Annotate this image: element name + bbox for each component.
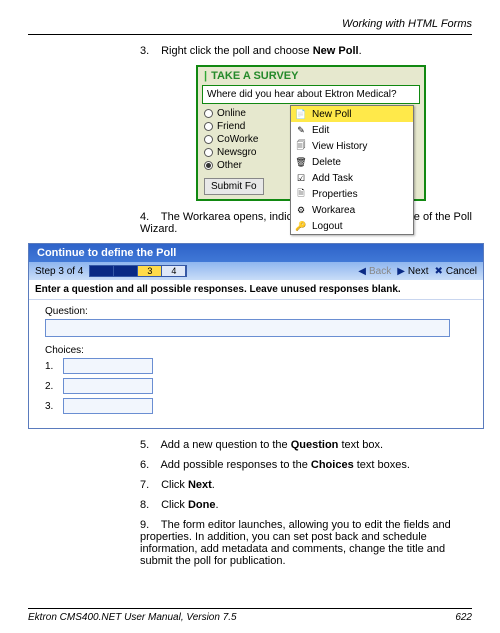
step-8-suffix: . — [215, 499, 218, 511]
step-3-num: 3. — [140, 45, 158, 57]
ctx-item-new-poll[interactable]: 📄New Poll — [291, 106, 413, 122]
step-3-text: Right click the poll and choose — [161, 45, 313, 57]
step-3-suffix: . — [359, 45, 362, 57]
step-5: 5. Add a new question to the Question te… — [140, 439, 472, 451]
footer-page-number: 622 — [455, 612, 472, 623]
step-9: 9. The form editor launches, allowing yo… — [140, 519, 472, 567]
step-3: 3. Right click the poll and choose New P… — [140, 45, 472, 57]
step-5-num: 5. — [140, 439, 158, 451]
arrow-right-icon: ▶ — [397, 266, 405, 277]
step-9-num: 9. — [140, 519, 158, 531]
survey-heading: |TAKE A SURVEY — [198, 67, 424, 85]
key-icon: 🔑 — [295, 220, 307, 232]
radio-icon — [204, 135, 213, 144]
step-6-bold: Choices — [311, 459, 354, 471]
survey-panel: |TAKE A SURVEY Where did you hear about … — [196, 65, 426, 201]
footer-rule — [28, 608, 472, 609]
wizard-body: Question: Choices: 1. 2. 3. — [29, 300, 483, 428]
question-label: Question: — [45, 306, 467, 317]
trash-icon: 🗑 — [295, 156, 307, 168]
choice-input-3[interactable] — [63, 398, 153, 414]
radio-icon — [204, 161, 213, 170]
properties-icon: 🗎 — [295, 188, 307, 200]
step-9-text: The form editor launches, allowing you t… — [140, 519, 451, 567]
step-6-num: 6. — [140, 459, 158, 471]
step-5-text: Add a new question to the — [160, 439, 290, 451]
step-7: 7. Click Next. — [140, 479, 472, 491]
ctx-item-add-task[interactable]: ☑Add Task — [291, 170, 413, 186]
step-5-bold: Question — [291, 439, 339, 451]
choice-input-1[interactable] — [63, 358, 153, 374]
pencil-icon: ✎ — [295, 124, 307, 136]
page-header-title: Working with HTML Forms — [28, 18, 472, 30]
footer-manual-title: Ektron CMS400.NET User Manual, Version 7… — [28, 612, 237, 623]
back-button[interactable]: ◀Back — [358, 266, 391, 277]
page-footer: Ektron CMS400.NET User Manual, Version 7… — [28, 608, 472, 623]
step-7-text: Click — [161, 479, 188, 491]
step-3-bold: New Poll — [313, 45, 359, 57]
ctx-item-delete[interactable]: 🗑Delete — [291, 154, 413, 170]
choice-input-2[interactable] — [63, 378, 153, 394]
choices-label: Choices: — [45, 345, 467, 356]
step-7-bold: Next — [188, 479, 212, 491]
next-button[interactable]: ▶Next — [397, 266, 428, 277]
step-8-bold: Done — [188, 499, 216, 511]
step-6-suffix: text boxes. — [354, 459, 410, 471]
choice-num: 2. — [45, 381, 57, 392]
choice-num: 3. — [45, 401, 57, 412]
progress-seg-2 — [114, 266, 138, 276]
ctx-item-view-history[interactable]: 🗐View History — [291, 138, 413, 154]
step-6-text: Add possible responses to the — [160, 459, 310, 471]
choice-row: 1. — [45, 358, 467, 374]
radio-icon — [204, 148, 213, 157]
task-icon: ☑ — [295, 172, 307, 184]
context-menu: 📄New Poll ✎Edit 🗐View History 🗑Delete ☑A… — [290, 105, 414, 235]
ctx-item-workarea[interactable]: ⚙Workarea — [291, 202, 413, 218]
step-indicator: Step 3 of 4 — [35, 266, 83, 277]
arrow-left-icon: ◀ — [358, 266, 366, 277]
wizard-step-bar: Step 3 of 4 3 4 ◀Back ▶Next ✖Cancel — [29, 262, 483, 280]
choice-row: 3. — [45, 398, 467, 414]
header-rule — [28, 34, 472, 35]
step-8: 8. Click Done. — [140, 499, 472, 511]
wizard-title: Continue to define the Poll — [29, 244, 483, 262]
question-input[interactable] — [45, 319, 450, 337]
radio-icon — [204, 122, 213, 131]
gear-icon: ⚙ — [295, 204, 307, 216]
cancel-icon: ✖ — [434, 266, 442, 277]
radio-icon — [204, 109, 213, 118]
choice-num: 1. — [45, 361, 57, 372]
poll-wizard: Continue to define the Poll Step 3 of 4 … — [28, 243, 484, 429]
history-icon: 🗐 — [295, 140, 307, 152]
choice-row: 2. — [45, 378, 467, 394]
step-8-num: 8. — [140, 499, 158, 511]
progress-seg-4: 4 — [162, 266, 186, 276]
progress-seg-1 — [90, 266, 114, 276]
step-5-suffix: text box. — [338, 439, 383, 451]
submit-button[interactable]: Submit Fo — [204, 178, 264, 195]
wizard-prompt: Enter a question and all possible respon… — [29, 280, 483, 300]
step-7-num: 7. — [140, 479, 158, 491]
progress-track: 3 4 — [89, 265, 187, 277]
step-7-suffix: . — [212, 479, 215, 491]
document-icon: 📄 — [295, 108, 307, 120]
step-6: 6. Add possible responses to the Choices… — [140, 459, 472, 471]
progress-seg-3: 3 — [138, 266, 162, 276]
step-8-text: Click — [161, 499, 188, 511]
ctx-item-logout[interactable]: 🔑Logout — [291, 218, 413, 234]
survey-question: Where did you hear about Ektron Medical? — [202, 85, 420, 104]
cancel-button[interactable]: ✖Cancel — [434, 266, 477, 277]
step-4-num: 4. — [140, 211, 158, 223]
ctx-item-edit[interactable]: ✎Edit — [291, 122, 413, 138]
ctx-item-properties[interactable]: 🗎Properties — [291, 186, 413, 202]
